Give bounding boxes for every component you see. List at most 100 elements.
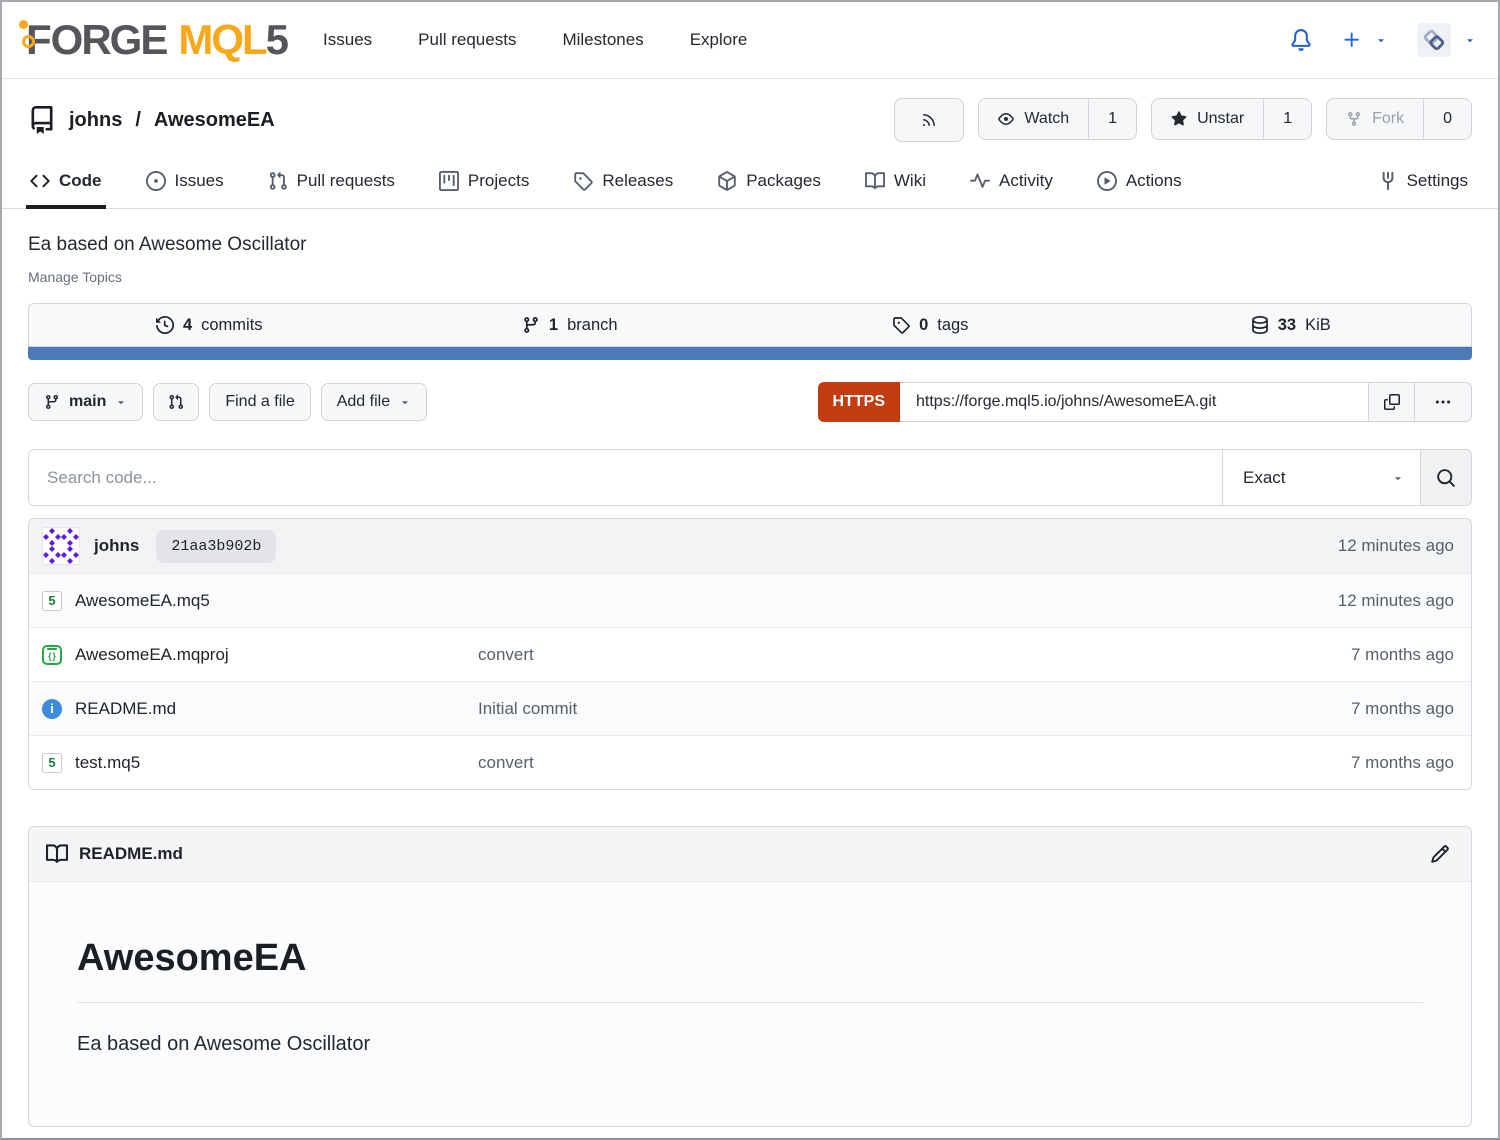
more-clone-options-button[interactable] (1414, 383, 1471, 421)
pulse-icon (970, 171, 990, 191)
tab-issues[interactable]: Issues (146, 154, 224, 208)
file-link[interactable]: i README.md (42, 699, 478, 719)
file-commit-message[interactable]: convert (478, 645, 1351, 665)
tab-label: Actions (1126, 171, 1182, 191)
star-button-group: Unstar 1 (1151, 98, 1312, 140)
branch-selector[interactable]: main (28, 383, 143, 421)
star-filled-icon (1171, 111, 1187, 127)
logo-letter-f: F (26, 19, 50, 61)
file-commit-message[interactable]: Initial commit (478, 699, 1351, 719)
add-file-button[interactable]: Add file (321, 383, 427, 421)
file-link[interactable]: 5 AwesomeEA.mq5 (42, 591, 478, 611)
tab-activity[interactable]: Activity (970, 154, 1053, 208)
fork-button[interactable]: Fork (1327, 99, 1423, 139)
pull-request-icon (268, 171, 288, 191)
stat-branches[interactable]: 1 branch (390, 304, 751, 346)
tab-packages[interactable]: Packages (717, 154, 821, 208)
toolbar-left: main Find a file Add file (28, 383, 427, 421)
tab-releases[interactable]: Releases (573, 154, 673, 208)
plus-icon (1342, 30, 1362, 50)
logo-text-mql: MQL (178, 19, 265, 61)
history-icon (156, 316, 174, 334)
nav-link-milestones[interactable]: Milestones (562, 30, 643, 50)
edit-readme-button[interactable] (1426, 840, 1454, 868)
package-icon (717, 171, 737, 191)
eye-icon (998, 111, 1014, 127)
https-protocol-button[interactable]: HTTPS (818, 382, 900, 422)
user-account-menu[interactable] (1417, 23, 1476, 57)
info-circle-icon: i (42, 699, 62, 719)
watchers-count[interactable]: 1 (1088, 99, 1136, 139)
stat-value: 4 (183, 316, 192, 335)
watch-label: Watch (1024, 110, 1069, 128)
logo-text-5: 5 (266, 19, 287, 61)
stat-size[interactable]: 33 KiB (1111, 304, 1472, 346)
stat-tags[interactable]: 0 tags (750, 304, 1111, 346)
git-branch-icon (522, 316, 540, 334)
repo-owner-link[interactable]: johns (69, 109, 122, 132)
tab-code[interactable]: Code (30, 154, 102, 208)
tab-actions[interactable]: Actions (1097, 154, 1182, 208)
file-commit-message[interactable]: convert (478, 753, 1351, 773)
watch-button-group: Watch 1 (978, 98, 1137, 140)
search-icon (1436, 468, 1456, 488)
language-bar[interactable] (28, 347, 1472, 360)
commit-hash-badge[interactable]: 21aa3b902b (156, 530, 276, 563)
nav-link-explore[interactable]: Explore (690, 30, 748, 50)
search-mode-select[interactable]: Exact (1222, 450, 1420, 505)
issue-opened-icon (146, 171, 166, 191)
compare-icon (168, 394, 184, 410)
repo-description: Ea based on Awesome Oscillator (28, 234, 1472, 256)
copy-url-button[interactable] (1369, 383, 1414, 421)
file-link[interactable]: 5 test.mq5 (42, 753, 478, 773)
add-file-label: Add file (337, 393, 390, 411)
tag-icon (892, 316, 910, 334)
book-icon (46, 843, 68, 865)
tab-wiki[interactable]: Wiki (865, 154, 926, 208)
find-file-button[interactable]: Find a file (209, 383, 310, 421)
tab-projects[interactable]: Projects (439, 154, 529, 208)
readme-panel: README.md AwesomeEA Ea based on Awesome … (28, 826, 1472, 1127)
repo-stats-bar: 4 commits 1 branch 0 tags 33 KiB (28, 303, 1472, 347)
stars-count[interactable]: 1 (1263, 99, 1311, 139)
clone-url-input[interactable] (900, 382, 1368, 422)
repo-header: johns / AwesomeEA Watch 1 Unstar 1 (2, 79, 1498, 154)
mqproj-file-icon: { } (42, 645, 62, 665)
search-submit-button[interactable] (1420, 450, 1471, 505)
logo-text-orge: ORGE (51, 19, 167, 61)
tab-label: Packages (746, 171, 821, 191)
clone-extra-buttons (1368, 382, 1472, 422)
rss-feed-button[interactable] (894, 98, 964, 142)
tab-label: Issues (175, 171, 224, 191)
stat-value: 33 (1278, 316, 1296, 335)
tab-pull-requests[interactable]: Pull requests (268, 154, 395, 208)
unstar-label: Unstar (1197, 110, 1244, 128)
file-link[interactable]: { } AwesomeEA.mqproj (42, 645, 478, 665)
book-icon (865, 171, 885, 191)
tag-icon (573, 171, 593, 191)
watch-button[interactable]: Watch (979, 99, 1088, 139)
search-mode-value: Exact (1243, 468, 1286, 488)
manage-topics-link[interactable]: Manage Topics (28, 269, 122, 285)
create-new-menu[interactable] (1342, 30, 1387, 50)
compare-button[interactable] (153, 383, 199, 421)
commit-author-avatar[interactable] (42, 527, 80, 565)
forks-count[interactable]: 0 (1423, 99, 1471, 139)
bell-icon[interactable] (1290, 29, 1312, 51)
repo-name-link[interactable]: AwesomeEA (154, 109, 275, 132)
commit-author-name[interactable]: johns (94, 536, 139, 556)
stat-commits[interactable]: 4 commits (29, 304, 390, 346)
repo-title: johns / AwesomeEA (28, 106, 275, 134)
nav-link-issues[interactable]: Issues (323, 30, 372, 50)
file-time: 7 months ago (1351, 645, 1458, 665)
pencil-icon (1430, 844, 1450, 864)
search-code-input[interactable] (29, 450, 1222, 505)
readme-title: AwesomeEA (77, 937, 1423, 1003)
find-file-label: Find a file (225, 393, 294, 411)
readme-body: AwesomeEA Ea based on Awesome Oscillator (29, 881, 1471, 1126)
forge-mql5-logo[interactable]: FORGE MQL5 (26, 19, 287, 61)
code-icon (30, 171, 50, 191)
nav-link-pull-requests[interactable]: Pull requests (418, 30, 516, 50)
tab-settings[interactable]: Settings (1378, 154, 1468, 208)
unstar-button[interactable]: Unstar (1152, 99, 1263, 139)
